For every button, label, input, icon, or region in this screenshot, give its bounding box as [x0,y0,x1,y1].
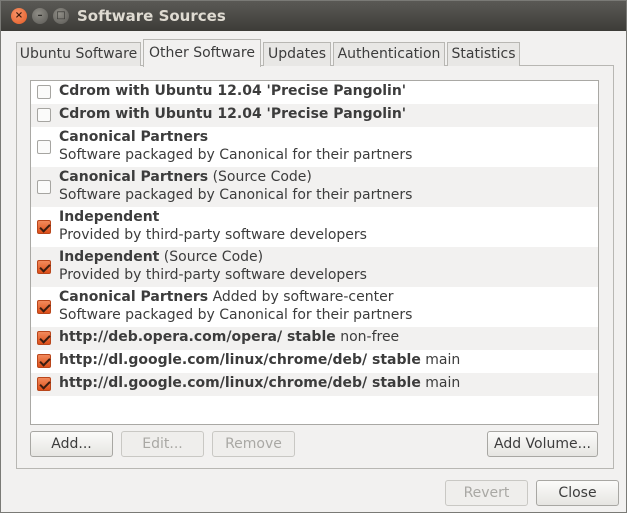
list-item[interactable]: Canonical Partners Software packaged by … [31,127,598,167]
source-checkbox[interactable] [37,108,51,122]
software-sources-window: × – □ Software Sources Ubuntu Software O… [0,0,627,513]
source-suffix: Added by software-center [208,289,394,305]
source-title-line: Cdrom with Ubuntu 12.04 'Precise Pangoli… [59,83,406,99]
source-title-line: Canonical Partners Added by software-cen… [59,289,393,305]
source-subtitle: Software packaged by Canonical for their… [59,307,413,323]
list-item[interactable]: http://deb.opera.com/opera/ stable non-f… [31,327,598,350]
source-title-line: Independent [59,209,159,225]
remove-button[interactable]: Remove [212,431,295,457]
add-button[interactable]: Add... [30,431,113,457]
source-suffix: (Source Code) [208,169,312,185]
revert-button[interactable]: Revert [445,480,528,506]
source-checkbox[interactable] [37,331,51,345]
source-title: http://dl.google.com/linux/chrome/deb/ s… [59,375,421,391]
list-item[interactable]: Canonical Partners Added by software-cen… [31,287,598,327]
source-title: Independent [59,209,160,225]
window-maximize-icon[interactable]: □ [53,8,69,24]
window-minimize-icon[interactable]: – [32,8,48,24]
source-title-line: Independent (Source Code) [59,249,263,265]
source-title: Independent [59,249,160,265]
tab-ubuntu-software[interactable]: Ubuntu Software [16,42,141,66]
source-subtitle: Provided by third-party software develop… [59,267,367,283]
source-title: Canonical Partners [59,129,209,145]
source-subtitle: Software packaged by Canonical for their… [59,187,413,203]
source-checkbox[interactable] [37,220,51,234]
list-item[interactable]: Cdrom with Ubuntu 12.04 'Precise Pangoli… [31,104,598,127]
tab-statistics[interactable]: Statistics [447,42,520,66]
list-item[interactable]: http://dl.google.com/linux/chrome/deb/ s… [31,350,598,373]
close-button[interactable]: Close [536,480,619,506]
list-item[interactable]: http://dl.google.com/linux/chrome/deb/ s… [31,373,598,396]
add-volume-button[interactable]: Add Volume... [487,431,598,457]
source-suffix: main [420,375,461,391]
source-checkbox[interactable] [37,377,51,391]
source-checkbox[interactable] [37,354,51,368]
source-title-line: Canonical Partners (Source Code) [59,169,312,185]
tab-other-software[interactable]: Other Software [143,39,261,67]
source-title-line: http://dl.google.com/linux/chrome/deb/ s… [59,375,460,391]
list-item[interactable]: Independent (Source Code) Provided by th… [31,247,598,287]
source-checkbox[interactable] [37,180,51,194]
source-title-line: http://dl.google.com/linux/chrome/deb/ s… [59,352,460,368]
list-item[interactable]: Cdrom with Ubuntu 12.04 'Precise Pangoli… [31,81,598,104]
title-bar: × – □ Software Sources [1,1,626,31]
source-title-line: Cdrom with Ubuntu 12.04 'Precise Pangoli… [59,106,406,122]
source-title: Canonical Partners [59,289,209,305]
tab-authentication[interactable]: Authentication [333,42,445,66]
sources-list[interactable]: Cdrom with Ubuntu 12.04 'Precise Pangoli… [30,80,599,425]
list-item[interactable]: Independent Provided by third-party soft… [31,207,598,247]
source-title: http://dl.google.com/linux/chrome/deb/ s… [59,352,421,368]
window-title: Software Sources [77,7,226,25]
source-title: Cdrom with Ubuntu 12.04 'Precise Pangoli… [59,106,407,122]
source-suffix: non-free [335,329,400,345]
tab-updates[interactable]: Updates [263,42,331,66]
source-suffix: main [420,352,461,368]
source-subtitle: Provided by third-party software develop… [59,227,367,243]
source-checkbox[interactable] [37,260,51,274]
source-title-line: http://deb.opera.com/opera/ stable non-f… [59,329,399,345]
window-close-icon[interactable]: × [11,8,27,24]
source-title: http://deb.opera.com/opera/ stable [59,329,336,345]
source-checkbox[interactable] [37,85,51,99]
list-item[interactable]: Canonical Partners (Source Code) Softwar… [31,167,598,207]
source-suffix: (Source Code) [159,249,264,265]
source-subtitle: Software packaged by Canonical for their… [59,147,413,163]
source-title-line: Canonical Partners [59,129,208,145]
edit-button[interactable]: Edit... [121,431,204,457]
source-title: Canonical Partners [59,169,209,185]
source-checkbox[interactable] [37,300,51,314]
source-checkbox[interactable] [37,140,51,154]
source-title: Cdrom with Ubuntu 12.04 'Precise Pangoli… [59,83,407,99]
